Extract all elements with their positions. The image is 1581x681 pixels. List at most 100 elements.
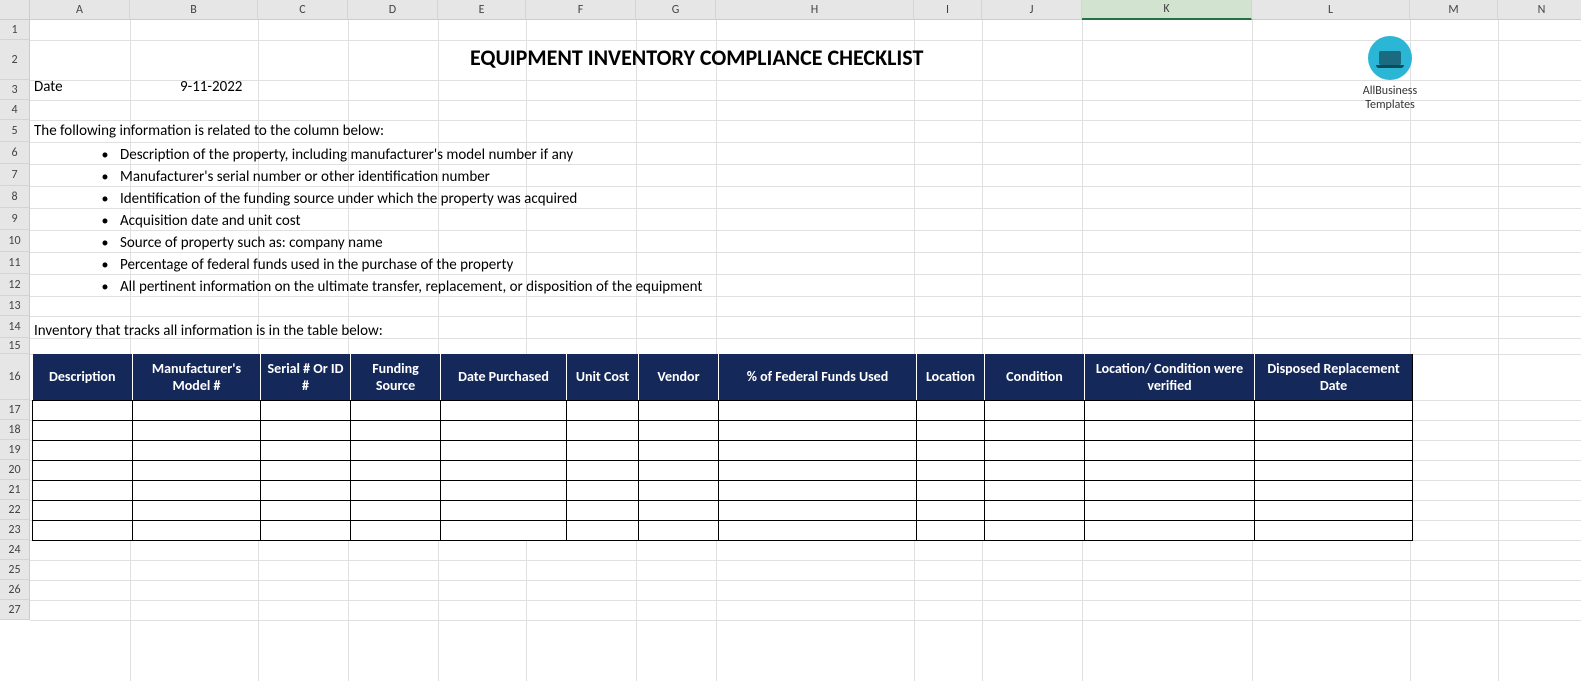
table-header-cell[interactable]: % of Federal Funds Used (719, 354, 917, 400)
table-cell[interactable] (441, 400, 567, 420)
table-cell[interactable] (917, 480, 985, 500)
row-header-16[interactable]: 16 (0, 354, 30, 400)
table-cell[interactable] (133, 460, 261, 480)
table-cell[interactable] (133, 420, 261, 440)
table-cell[interactable] (639, 460, 719, 480)
row-header-9[interactable]: 9 (0, 208, 30, 230)
table-cell[interactable] (261, 500, 351, 520)
column-header-D[interactable]: D (348, 0, 438, 20)
table-cell[interactable] (441, 520, 567, 540)
table-cell[interactable] (719, 520, 917, 540)
table-cell[interactable] (351, 520, 441, 540)
table-cell[interactable] (985, 420, 1085, 440)
table-header-cell[interactable]: Location/ Condition were verified (1085, 354, 1255, 400)
table-cell[interactable] (1255, 440, 1413, 460)
table-cell[interactable] (917, 520, 985, 540)
column-header-C[interactable]: C (258, 0, 348, 20)
table-cell[interactable] (441, 480, 567, 500)
table-cell[interactable] (639, 480, 719, 500)
column-header-B[interactable]: B (130, 0, 258, 20)
table-cell[interactable] (33, 400, 133, 420)
row-header-15[interactable]: 15 (0, 338, 30, 354)
table-cell[interactable] (719, 420, 917, 440)
table-header-cell[interactable]: Vendor (639, 354, 719, 400)
table-cell[interactable] (1085, 460, 1255, 480)
table-cell[interactable] (441, 440, 567, 460)
table-cell[interactable] (917, 460, 985, 480)
table-cell[interactable] (567, 500, 639, 520)
table-cell[interactable] (351, 440, 441, 460)
table-cell[interactable] (985, 400, 1085, 420)
table-cell[interactable] (33, 420, 133, 440)
table-cell[interactable] (1085, 480, 1255, 500)
table-cell[interactable] (567, 400, 639, 420)
table-cell[interactable] (567, 440, 639, 460)
table-cell[interactable] (1255, 480, 1413, 500)
table-header-cell[interactable]: Serial # Or ID # (261, 354, 351, 400)
table-cell[interactable] (261, 440, 351, 460)
column-header-L[interactable]: L (1252, 0, 1410, 20)
row-header-23[interactable]: 23 (0, 520, 30, 540)
table-cell[interactable] (639, 400, 719, 420)
table-cell[interactable] (985, 440, 1085, 460)
row-header-3[interactable]: 3 (0, 80, 30, 100)
table-header-cell[interactable]: Description (33, 354, 133, 400)
column-header-I[interactable]: I (914, 0, 982, 20)
table-cell[interactable] (567, 420, 639, 440)
table-cell[interactable] (719, 440, 917, 460)
table-header-cell[interactable]: Location (917, 354, 985, 400)
table-cell[interactable] (917, 440, 985, 460)
row-header-12[interactable]: 12 (0, 274, 30, 296)
row-header-2[interactable]: 2 (0, 40, 30, 80)
table-cell[interactable] (1255, 500, 1413, 520)
table-cell[interactable] (639, 420, 719, 440)
table-cell[interactable] (639, 440, 719, 460)
table-cell[interactable] (985, 500, 1085, 520)
table-header-cell[interactable]: Funding Source (351, 354, 441, 400)
table-cell[interactable] (351, 460, 441, 480)
row-header-25[interactable]: 25 (0, 560, 30, 580)
row-header-20[interactable]: 20 (0, 460, 30, 480)
table-cell[interactable] (441, 460, 567, 480)
table-cell[interactable] (1085, 420, 1255, 440)
table-cell[interactable] (261, 420, 351, 440)
table-cell[interactable] (133, 400, 261, 420)
row-header-17[interactable]: 17 (0, 400, 30, 420)
table-cell[interactable] (351, 500, 441, 520)
table-cell[interactable] (719, 400, 917, 420)
table-cell[interactable] (1255, 420, 1413, 440)
table-cell[interactable] (351, 420, 441, 440)
column-header-F[interactable]: F (526, 0, 636, 20)
table-cell[interactable] (441, 500, 567, 520)
table-header-cell[interactable]: Unit Cost (567, 354, 639, 400)
row-header-14[interactable]: 14 (0, 316, 30, 338)
table-cell[interactable] (261, 460, 351, 480)
table-header-cell[interactable]: Manufacturer's Model # (133, 354, 261, 400)
table-header-cell[interactable]: Disposed Replacement Date (1255, 354, 1413, 400)
table-cell[interactable] (133, 500, 261, 520)
column-header-H[interactable]: H (716, 0, 914, 20)
row-header-21[interactable]: 21 (0, 480, 30, 500)
row-header-6[interactable]: 6 (0, 142, 30, 164)
table-cell[interactable] (1085, 520, 1255, 540)
table-header-cell[interactable]: Date Purchased (441, 354, 567, 400)
table-cell[interactable] (33, 520, 133, 540)
row-header-4[interactable]: 4 (0, 100, 30, 120)
inventory-table[interactable]: DescriptionManufacturer's Model #Serial … (32, 354, 1413, 541)
table-cell[interactable] (133, 520, 261, 540)
row-header-7[interactable]: 7 (0, 164, 30, 186)
table-cell[interactable] (33, 500, 133, 520)
table-cell[interactable] (351, 480, 441, 500)
row-header-10[interactable]: 10 (0, 230, 30, 252)
table-cell[interactable] (985, 520, 1085, 540)
row-header-8[interactable]: 8 (0, 186, 30, 208)
column-header-N[interactable]: N (1498, 0, 1581, 20)
table-cell[interactable] (639, 520, 719, 540)
row-header-22[interactable]: 22 (0, 500, 30, 520)
table-header-cell[interactable]: Condition (985, 354, 1085, 400)
table-cell[interactable] (719, 460, 917, 480)
row-header-24[interactable]: 24 (0, 540, 30, 560)
column-header-J[interactable]: J (982, 0, 1082, 20)
table-cell[interactable] (917, 500, 985, 520)
table-cell[interactable] (133, 440, 261, 460)
